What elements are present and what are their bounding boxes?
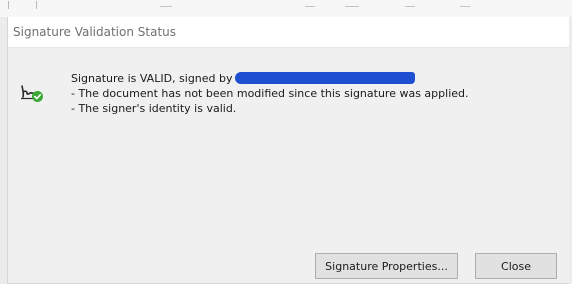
dialog-content: Signature is VALID, signed by - The docu…: [8, 48, 569, 284]
dialog-title: Signature Validation Status: [13, 25, 177, 39]
signature-properties-button[interactable]: Signature Properties...: [315, 253, 458, 279]
document-integrity-line: - The document has not been modified sin…: [71, 87, 469, 100]
signer-name-redaction: [234, 72, 415, 84]
validation-message: Signature is VALID, signed by - The docu…: [71, 71, 551, 116]
dialog-title-bar[interactable]: Signature Validation Status: [8, 17, 569, 48]
validation-status-text: Signature is VALID, signed by: [71, 72, 233, 85]
close-button[interactable]: Close: [475, 253, 557, 279]
signature-validation-dialog: Signature Validation Status Signature is…: [8, 17, 569, 284]
signer-identity-line: - The signer's identity is valid.: [71, 102, 237, 115]
signature-valid-icon: [21, 85, 43, 102]
validation-status-line: Signature is VALID, signed by: [71, 71, 551, 86]
background-window-strip: [0, 0, 572, 18]
background-window-edge: [0, 17, 8, 284]
screen: Signature Validation Status Signature is…: [0, 0, 572, 284]
